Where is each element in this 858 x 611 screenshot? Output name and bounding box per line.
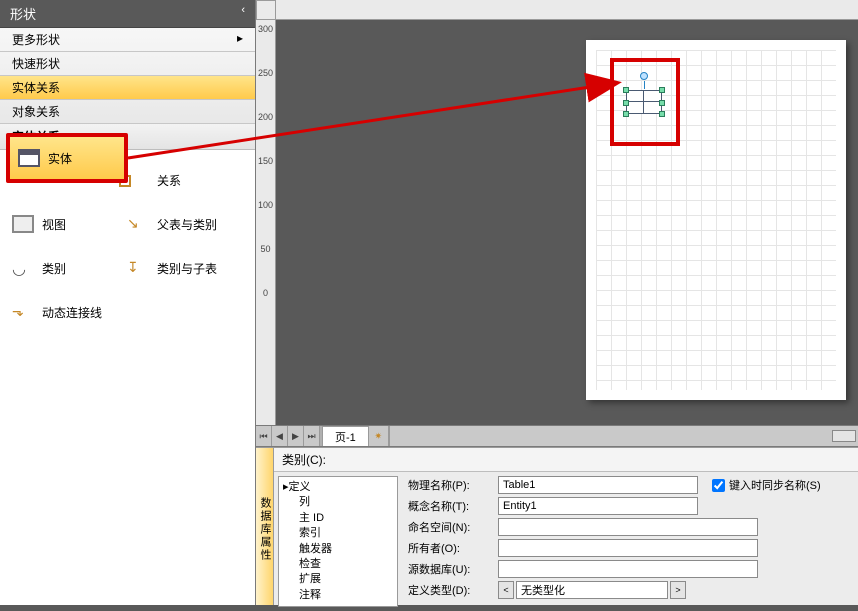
category-tree[interactable]: ▸定义 列 主 ID 索引 触发器 检查 扩展 注释 bbox=[278, 476, 398, 607]
label: 动态连接线 bbox=[42, 304, 102, 321]
rotation-handle-icon[interactable] bbox=[640, 72, 648, 80]
label-concept-name: 概念名称(T): bbox=[408, 498, 498, 514]
stencil-view[interactable]: 视图 bbox=[6, 202, 121, 246]
resize-handle-icon[interactable] bbox=[623, 100, 629, 106]
category-label: 类别(C): bbox=[274, 448, 858, 472]
label: 对象关系 bbox=[12, 103, 60, 120]
stencil-category[interactable]: 类别 bbox=[6, 246, 121, 290]
deftype-prev-button[interactable]: < bbox=[498, 581, 514, 599]
panel-title: 形状 bbox=[10, 4, 36, 23]
menu-item-quick-shapes[interactable]: 快速形状 bbox=[0, 52, 255, 76]
stencil-catchild[interactable]: 类别与子表 bbox=[121, 246, 236, 290]
chevron-right-icon: ▸ bbox=[237, 31, 243, 48]
tree-item[interactable]: 触发器 bbox=[283, 542, 393, 557]
panel-collapse-icon[interactable]: ‹ bbox=[241, 4, 245, 23]
tree-item[interactable]: 检查 bbox=[283, 557, 393, 572]
label: 父表与类别 bbox=[157, 216, 217, 233]
canvas[interactable] bbox=[276, 20, 858, 425]
input-physical-name[interactable] bbox=[498, 476, 698, 494]
relation-icon bbox=[127, 171, 149, 189]
definition-form: 物理名称(P): 键入时同步名称(S) 概念名称(T): bbox=[402, 472, 858, 611]
label: 快速形状 bbox=[12, 55, 60, 72]
parentchild-icon bbox=[127, 215, 149, 233]
label: 键入时同步名称(S) bbox=[729, 477, 821, 493]
tab-nav-last[interactable]: ⏭ bbox=[304, 426, 320, 446]
label: 视图 bbox=[42, 216, 66, 233]
workspace: 300 250 200 150 100 50 0 bbox=[256, 0, 858, 605]
tab-nav-prev[interactable]: ◀ bbox=[272, 426, 288, 446]
label: 更多形状 bbox=[12, 31, 60, 48]
entity-shape-instance[interactable] bbox=[626, 90, 662, 124]
tree-item[interactable]: 扩展 bbox=[283, 572, 393, 587]
tree-item[interactable]: 主 ID bbox=[283, 511, 393, 526]
label-source-db: 源数据库(U): bbox=[408, 561, 498, 577]
page-tab-bar: ⏮ ◀ ▶ ⏭ 页-1 ✷ bbox=[256, 425, 858, 447]
stencil-sets-menu: 更多形状 ▸ 快速形状 实体关系 对象关系 bbox=[0, 28, 255, 124]
category-icon bbox=[12, 259, 34, 277]
stencil-dynconnector[interactable]: 动态连接线 bbox=[6, 290, 121, 334]
checkbox-input[interactable] bbox=[712, 479, 725, 492]
label: 实体关系 bbox=[12, 79, 60, 96]
dynconnector-icon bbox=[12, 303, 34, 321]
input-source-db[interactable] bbox=[498, 560, 758, 578]
label-definition-type: 定义类型(D): bbox=[408, 582, 498, 598]
resize-handle-icon[interactable] bbox=[659, 100, 665, 106]
entity-icon bbox=[18, 149, 40, 167]
menu-item-entity-relation[interactable]: 实体关系 bbox=[0, 76, 255, 100]
properties-side-title[interactable]: 数据库属性 bbox=[256, 448, 274, 605]
checkbox-sync-name[interactable]: 键入时同步名称(S) bbox=[712, 477, 821, 493]
stencil-entity[interactable]: 实体 bbox=[6, 133, 128, 183]
panel-title-bar[interactable]: 形状 ‹ bbox=[0, 0, 255, 28]
page-tab[interactable]: 页-1 bbox=[322, 426, 369, 446]
input-namespace[interactable] bbox=[498, 518, 758, 536]
menu-item-more-shapes[interactable]: 更多形状 ▸ bbox=[0, 28, 255, 52]
label: 类别与子表 bbox=[157, 260, 217, 277]
label-namespace: 命名空间(N): bbox=[408, 519, 498, 535]
tab-scrollbar[interactable] bbox=[389, 426, 858, 446]
tab-nav-next[interactable]: ▶ bbox=[288, 426, 304, 446]
tree-item[interactable]: 注释 bbox=[283, 588, 393, 603]
scrollbar-thumb[interactable] bbox=[832, 430, 856, 442]
label: 实体 bbox=[48, 150, 72, 167]
entity-body[interactable] bbox=[626, 90, 662, 114]
ruler-corner bbox=[256, 0, 276, 20]
resize-handle-icon[interactable] bbox=[659, 87, 665, 93]
input-definition-type[interactable] bbox=[516, 581, 668, 599]
input-concept-name[interactable] bbox=[498, 497, 698, 515]
resize-handle-icon[interactable] bbox=[623, 87, 629, 93]
tree-item[interactable]: 列 bbox=[283, 495, 393, 510]
shapes-panel: 形状 ‹ 更多形状 ▸ 快速形状 实体关系 对象关系 实体关系 关系 bbox=[0, 0, 256, 605]
ruler-vertical: 300 250 200 150 100 50 0 bbox=[256, 20, 276, 425]
menu-item-object-relation[interactable]: 对象关系 bbox=[0, 100, 255, 124]
stencil-area: 关系 视图 父表与类别 类别 类别与子表 bbox=[0, 150, 255, 605]
new-page-button[interactable]: ✷ bbox=[369, 426, 389, 446]
resize-handle-icon[interactable] bbox=[623, 111, 629, 117]
stencil-parentchild[interactable]: 父表与类别 bbox=[121, 202, 236, 246]
catchild-icon bbox=[127, 259, 149, 277]
ruler-horizontal bbox=[276, 0, 858, 20]
label-physical-name: 物理名称(P): bbox=[408, 477, 498, 493]
label-owner: 所有者(O): bbox=[408, 540, 498, 556]
stencil-relation[interactable]: 关系 bbox=[121, 158, 236, 202]
deftype-next-button[interactable]: > bbox=[670, 581, 686, 599]
label: 关系 bbox=[157, 172, 181, 189]
resize-handle-icon[interactable] bbox=[659, 111, 665, 117]
tree-item-definition[interactable]: ▸定义 bbox=[283, 480, 393, 495]
view-icon bbox=[12, 215, 34, 233]
database-properties-panel: 数据库属性 类别(C): ▸定义 列 主 ID 索引 触发器 检查 扩展 注释 bbox=[256, 447, 858, 605]
tab-nav-first[interactable]: ⏮ bbox=[256, 426, 272, 446]
label: 类别 bbox=[42, 260, 66, 277]
input-owner[interactable] bbox=[498, 539, 758, 557]
tree-item[interactable]: 索引 bbox=[283, 526, 393, 541]
